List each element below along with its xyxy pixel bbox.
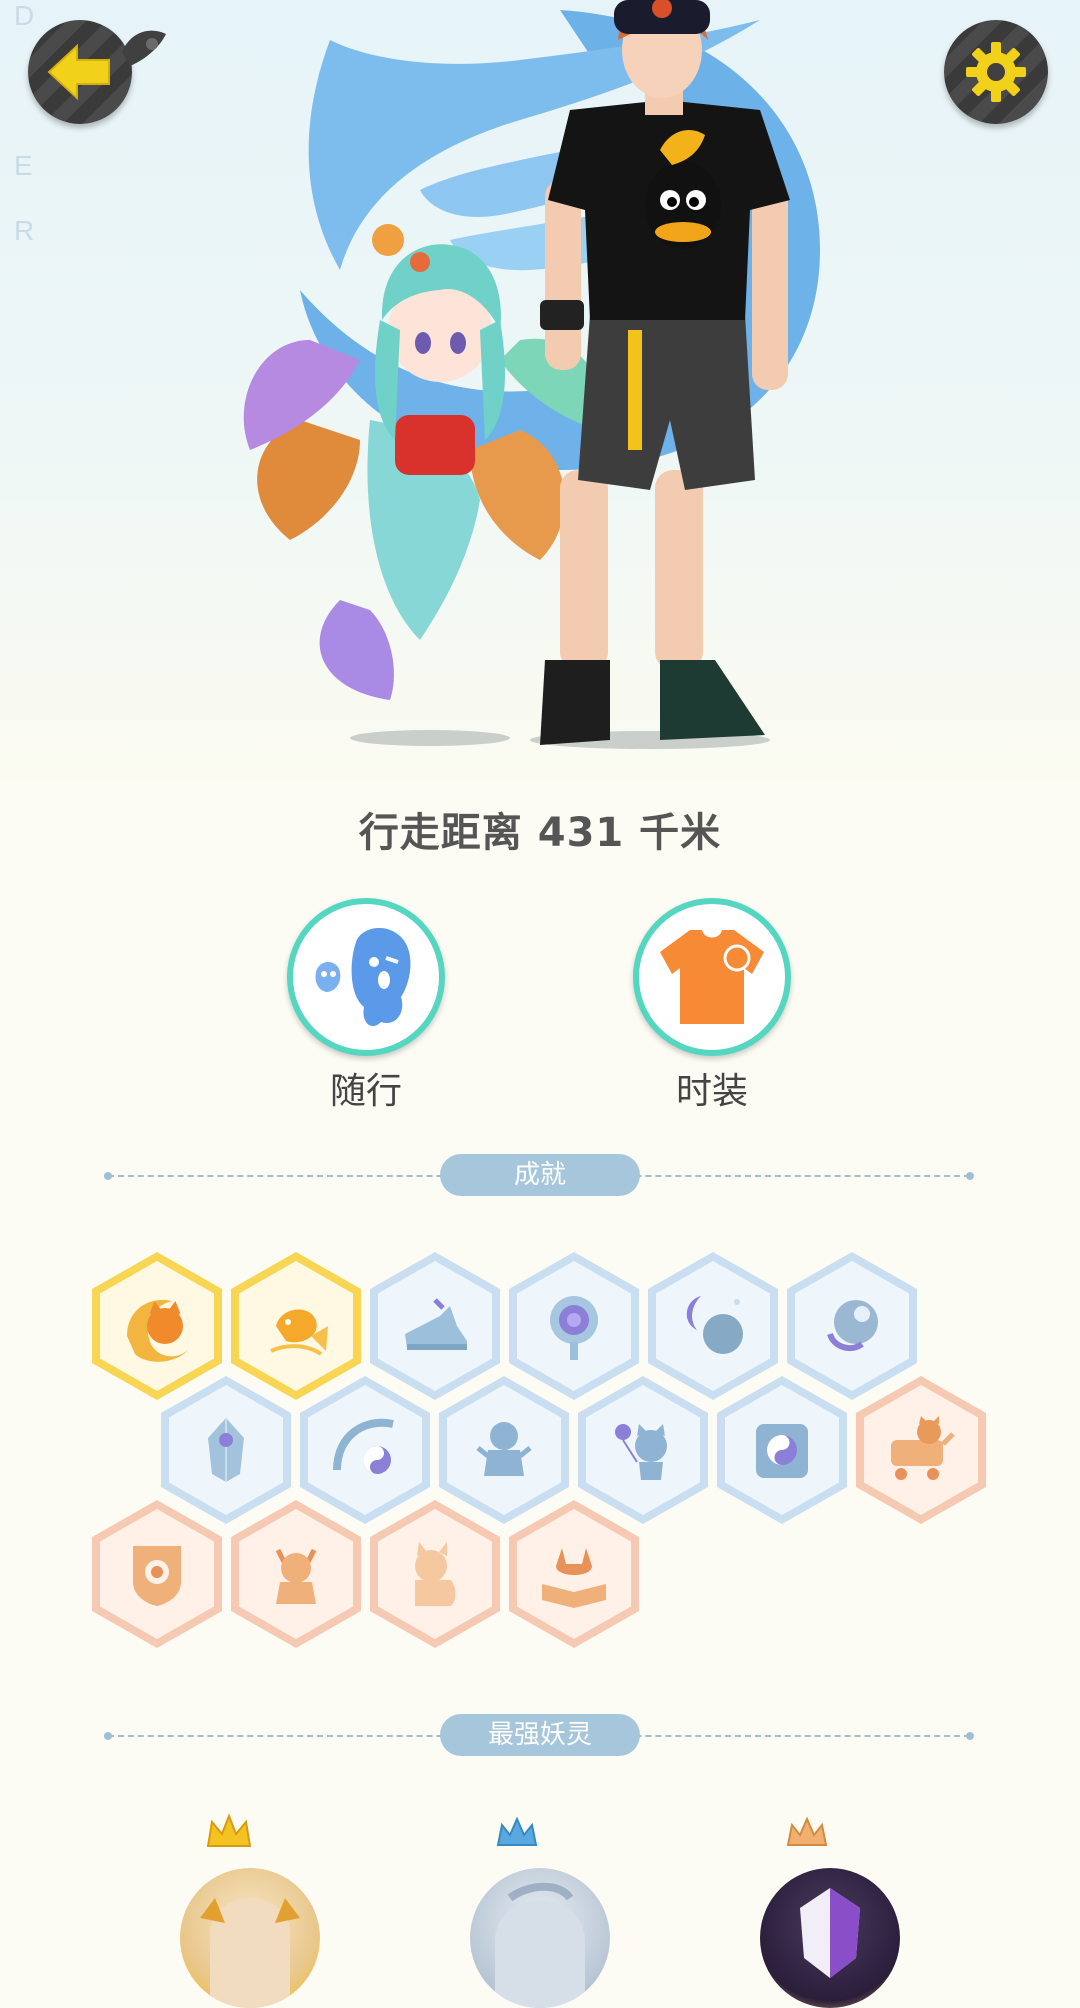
gear-icon — [966, 42, 1026, 102]
achievement-badge-shield[interactable] — [92, 1500, 222, 1648]
portal-badge-icon — [550, 1296, 598, 1360]
gold-crown-icon — [206, 1813, 252, 1847]
character-scene-art — [243, 0, 820, 749]
watermark-letter: E — [14, 150, 33, 181]
crystal-badge-icon — [208, 1418, 244, 1482]
koi-fish-badge-icon — [270, 1309, 328, 1356]
achievements-title: 成就 — [440, 1154, 640, 1196]
crystal-ball-badge-icon — [827, 1300, 878, 1352]
back-button-tail-decoration — [122, 30, 166, 67]
companion-button[interactable] — [287, 898, 445, 1056]
character-showcase: D E R — [0, 0, 1080, 780]
achievement-badge-crystal-ball[interactable] — [787, 1252, 917, 1400]
cat-moon-badge-icon — [127, 1300, 189, 1362]
spirit-avatar-2-icon — [495, 1882, 585, 2008]
bronze-crown-icon — [786, 1816, 828, 1846]
achievement-badge-portal[interactable] — [509, 1252, 639, 1400]
achievement-badge-yin-yang-swirl[interactable] — [300, 1376, 430, 1524]
arrow-left-icon — [47, 43, 110, 101]
achievement-badge-moon-sphere[interactable] — [648, 1252, 778, 1400]
strongest-spirits-title: 最强妖灵 — [440, 1714, 640, 1756]
cat-silhouette-badge-icon — [415, 1542, 456, 1606]
tshirt-icon — [660, 930, 764, 1024]
watermark-letter: R — [14, 215, 35, 246]
ox-figure-badge-icon — [275, 1548, 317, 1604]
achievement-badge-koi-fish[interactable] — [231, 1252, 361, 1400]
fox-book-badge-icon — [542, 1548, 606, 1608]
achievement-badge-sneaker[interactable] — [370, 1252, 500, 1400]
companion-spirit-icon — [315, 927, 411, 1027]
sneaker-badge-icon — [405, 1298, 467, 1350]
achievement-badge-crystal[interactable] — [161, 1376, 291, 1524]
achievement-badge-ox-figure[interactable] — [231, 1500, 361, 1648]
strongest-spirit-1[interactable] — [180, 1868, 320, 2008]
spirit-figure-badge-icon — [476, 1422, 532, 1476]
fashion-button[interactable] — [633, 898, 791, 1056]
watermark-letter: D — [14, 0, 35, 31]
achievement-badge-cat-moon[interactable] — [92, 1252, 222, 1400]
stroller-badge-icon — [891, 1416, 955, 1480]
yin-yang-swirl-badge-icon — [333, 1418, 394, 1474]
strongest-spirit-3[interactable] — [760, 1868, 900, 2008]
back-button[interactable] — [28, 20, 132, 124]
companion-label: 随行 — [329, 1071, 402, 1112]
yin-yang-book-badge-icon — [756, 1424, 808, 1478]
achievement-badge-cat-balloon[interactable] — [578, 1376, 708, 1524]
fashion-label: 时装 — [675, 1071, 748, 1112]
strongest-spirit-2[interactable] — [470, 1868, 610, 2008]
moon-sphere-badge-icon — [686, 1296, 743, 1354]
achievement-badge-fox-book[interactable] — [509, 1500, 639, 1648]
achievement-badge-yin-yang-book[interactable] — [717, 1376, 847, 1524]
achievement-badge-stroller[interactable] — [856, 1376, 986, 1524]
achievement-badge-cat-silhouette[interactable] — [370, 1500, 500, 1648]
spirit-avatar-3-icon — [800, 1888, 860, 1978]
walk-distance-text: 行走距离 431 千米 — [358, 810, 722, 856]
spirit-avatar-1-icon — [200, 1898, 300, 2008]
settings-button[interactable] — [944, 20, 1048, 124]
cat-balloon-badge-icon — [615, 1424, 667, 1480]
shield-badge-icon — [133, 1546, 181, 1606]
achievement-badge-spirit-figure[interactable] — [439, 1376, 569, 1524]
silver-crown-icon — [496, 1816, 538, 1846]
